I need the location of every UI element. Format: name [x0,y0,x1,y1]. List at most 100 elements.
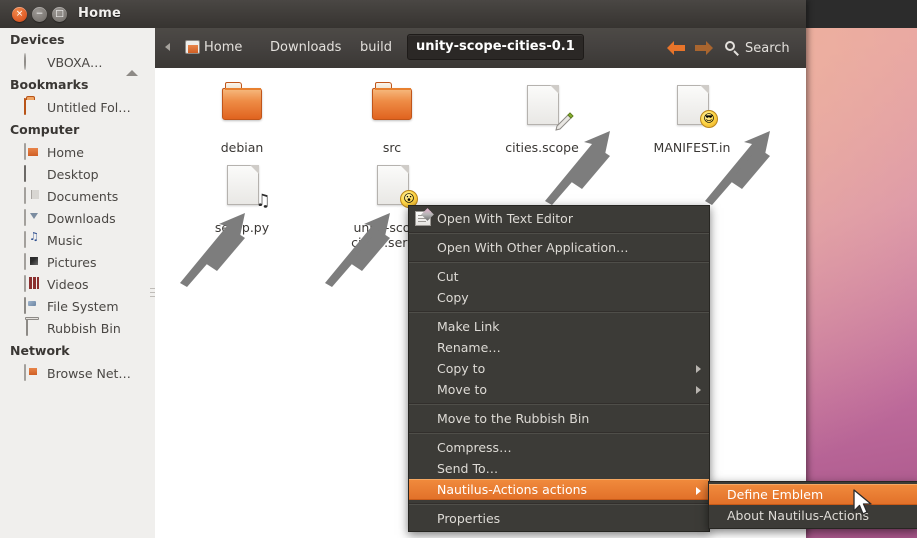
menu-separator [409,261,709,263]
sidebar-item-vboxa[interactable]: VBOXA… [0,51,150,76]
file-label: debian [220,140,264,155]
menu-item-send-to[interactable]: Send To… [409,458,709,479]
minimize-button[interactable]: − [32,7,47,22]
back-button[interactable] [665,40,687,56]
harddisk-icon [24,297,41,314]
eject-icon[interactable] [126,55,138,76]
menu-item-open-with-text-editor[interactable]: Open With Text Editor [409,208,709,229]
sidebar-item-videos[interactable]: Videos [0,273,150,295]
breadcrumb-home[interactable]: Home [185,37,242,59]
folder-icon [364,80,420,136]
submenu-item-label: Define Emblem [727,487,824,502]
music-icon [24,231,41,248]
menu-separator [409,432,709,434]
menu-item-compress[interactable]: Compress… [409,437,709,458]
submenu-arrow-icon [696,487,701,495]
sidebar-section-network: Network [10,343,70,358]
menu-item-cut[interactable]: Cut [409,266,709,287]
screen: × − □ Home Devices VBOXA… Bookmarks Unti… [0,0,917,538]
menu-separator [409,311,709,313]
sidebar-item-label: Pictures [47,254,97,270]
submenu-item-define-emblem[interactable]: Define Emblem [709,484,917,505]
pointer-arrow-setup-py [180,213,245,287]
file-label: src [382,140,402,155]
arrow-left-icon [667,41,685,55]
menu-item-move-to[interactable]: Move to [409,379,709,400]
menu-separator [409,232,709,234]
pathbar-scroll-left-icon[interactable] [165,43,170,51]
search-label: Search [745,40,790,56]
menu-item-label: Properties [437,511,501,526]
menu-item-rename[interactable]: Rename… [409,337,709,358]
menu-item-label: Make Link [437,319,500,334]
menu-item-copy[interactable]: Copy [409,287,709,308]
desktop-icon [24,165,41,182]
maximize-button[interactable]: □ [52,7,67,22]
menu-item-properties[interactable]: Properties [409,508,709,529]
search-button[interactable]: Search [725,38,790,58]
menu-item-move-to-rubbish-bin[interactable]: Move to the Rubbish Bin [409,408,709,429]
submenu-arrow-icon [696,386,701,394]
sidebar-section-bookmarks: Bookmarks [10,77,89,92]
breadcrumb-label: Home [204,40,243,55]
mouse-cursor [853,489,872,515]
file-item-src[interactable]: src [327,80,457,155]
menu-item-label: Move to [437,382,488,397]
sidebar-item-documents[interactable]: Documents [0,185,150,207]
menu-item-copy-to[interactable]: Copy to [409,358,709,379]
nautilus-actions-submenu[interactable]: Define Emblem About Nautilus-Actions [708,481,917,529]
network-icon [24,364,41,381]
disc-icon [24,53,41,70]
menu-separator [409,503,709,505]
close-icon: × [15,9,24,19]
menu-item-label: Rename… [437,340,501,355]
menu-item-label: Open With Other Application… [437,240,629,255]
pointer-arrow-manifest-in [705,131,770,205]
sidebar-item-label: File System [47,298,119,314]
sidebar-item-music[interactable]: Music [0,229,150,251]
sidebar-item-label: Videos [47,276,89,292]
sidebar-item-browse-network[interactable]: Browse Net… [0,362,150,384]
documents-icon [24,187,41,204]
forward-button[interactable] [693,40,715,56]
text-editor-icon [415,211,431,226]
file-item-debian[interactable]: debian [177,80,307,155]
menu-item-label: Send To… [437,461,499,476]
places-sidebar[interactable]: Devices VBOXA… Bookmarks Untitled Fol… C… [0,28,150,538]
sidebar-item-label: Downloads [47,210,116,226]
sidebar-item-untitled-folder[interactable]: Untitled Fol… [0,96,150,118]
close-button[interactable]: × [12,7,27,22]
menu-item-label: Open With Text Editor [437,211,573,226]
cool-face-glyph: 😎 [703,112,715,125]
sidebar-item-rubbish-bin[interactable]: Rubbish Bin [0,317,150,339]
sidebar-item-label: Untitled Fol… [47,99,131,115]
breadcrumb-current-folder[interactable]: unity-scope-cities-0.1 [407,34,584,60]
folder-icon [24,98,41,115]
menu-item-make-link[interactable]: Make Link [409,316,709,337]
sidebar-item-pictures[interactable]: Pictures [0,251,150,273]
submenu-item-label: About Nautilus-Actions [727,508,870,523]
maximize-icon: □ [55,9,64,19]
sidebar-section-computer: Computer [10,122,80,137]
menu-item-label: Copy [437,290,469,305]
home-icon [185,40,200,54]
menu-item-nautilus-actions-actions[interactable]: Nautilus-Actions actions [409,479,709,500]
sidebar-item-label: Desktop [47,166,99,182]
folder-icon [214,80,270,136]
breadcrumb-downloads[interactable]: Downloads [270,37,341,59]
sidebar-item-home[interactable]: Home [0,141,150,163]
sidebar-item-label: Home [47,144,84,160]
sidebar-item-downloads[interactable]: Downloads [0,207,150,229]
menu-item-label: Nautilus-Actions actions [437,482,588,497]
breadcrumb-build[interactable]: build [360,37,392,59]
title-bar: × − □ Home [0,0,806,29]
menu-item-open-with-other-application[interactable]: Open With Other Application… [409,237,709,258]
minimize-icon: − [35,9,44,19]
sidebar-item-label: Rubbish Bin [47,320,121,336]
sidebar-item-desktop[interactable]: Desktop [0,163,150,185]
sidebar-item-file-system[interactable]: File System [0,295,150,317]
menu-item-label: Move to the Rubbish Bin [437,411,590,426]
pointer-arrow-cities-scope [545,131,610,205]
context-menu[interactable]: Open With Text Editor Open With Other Ap… [408,205,710,532]
submenu-item-about-nautilus-actions[interactable]: About Nautilus-Actions [709,505,917,526]
